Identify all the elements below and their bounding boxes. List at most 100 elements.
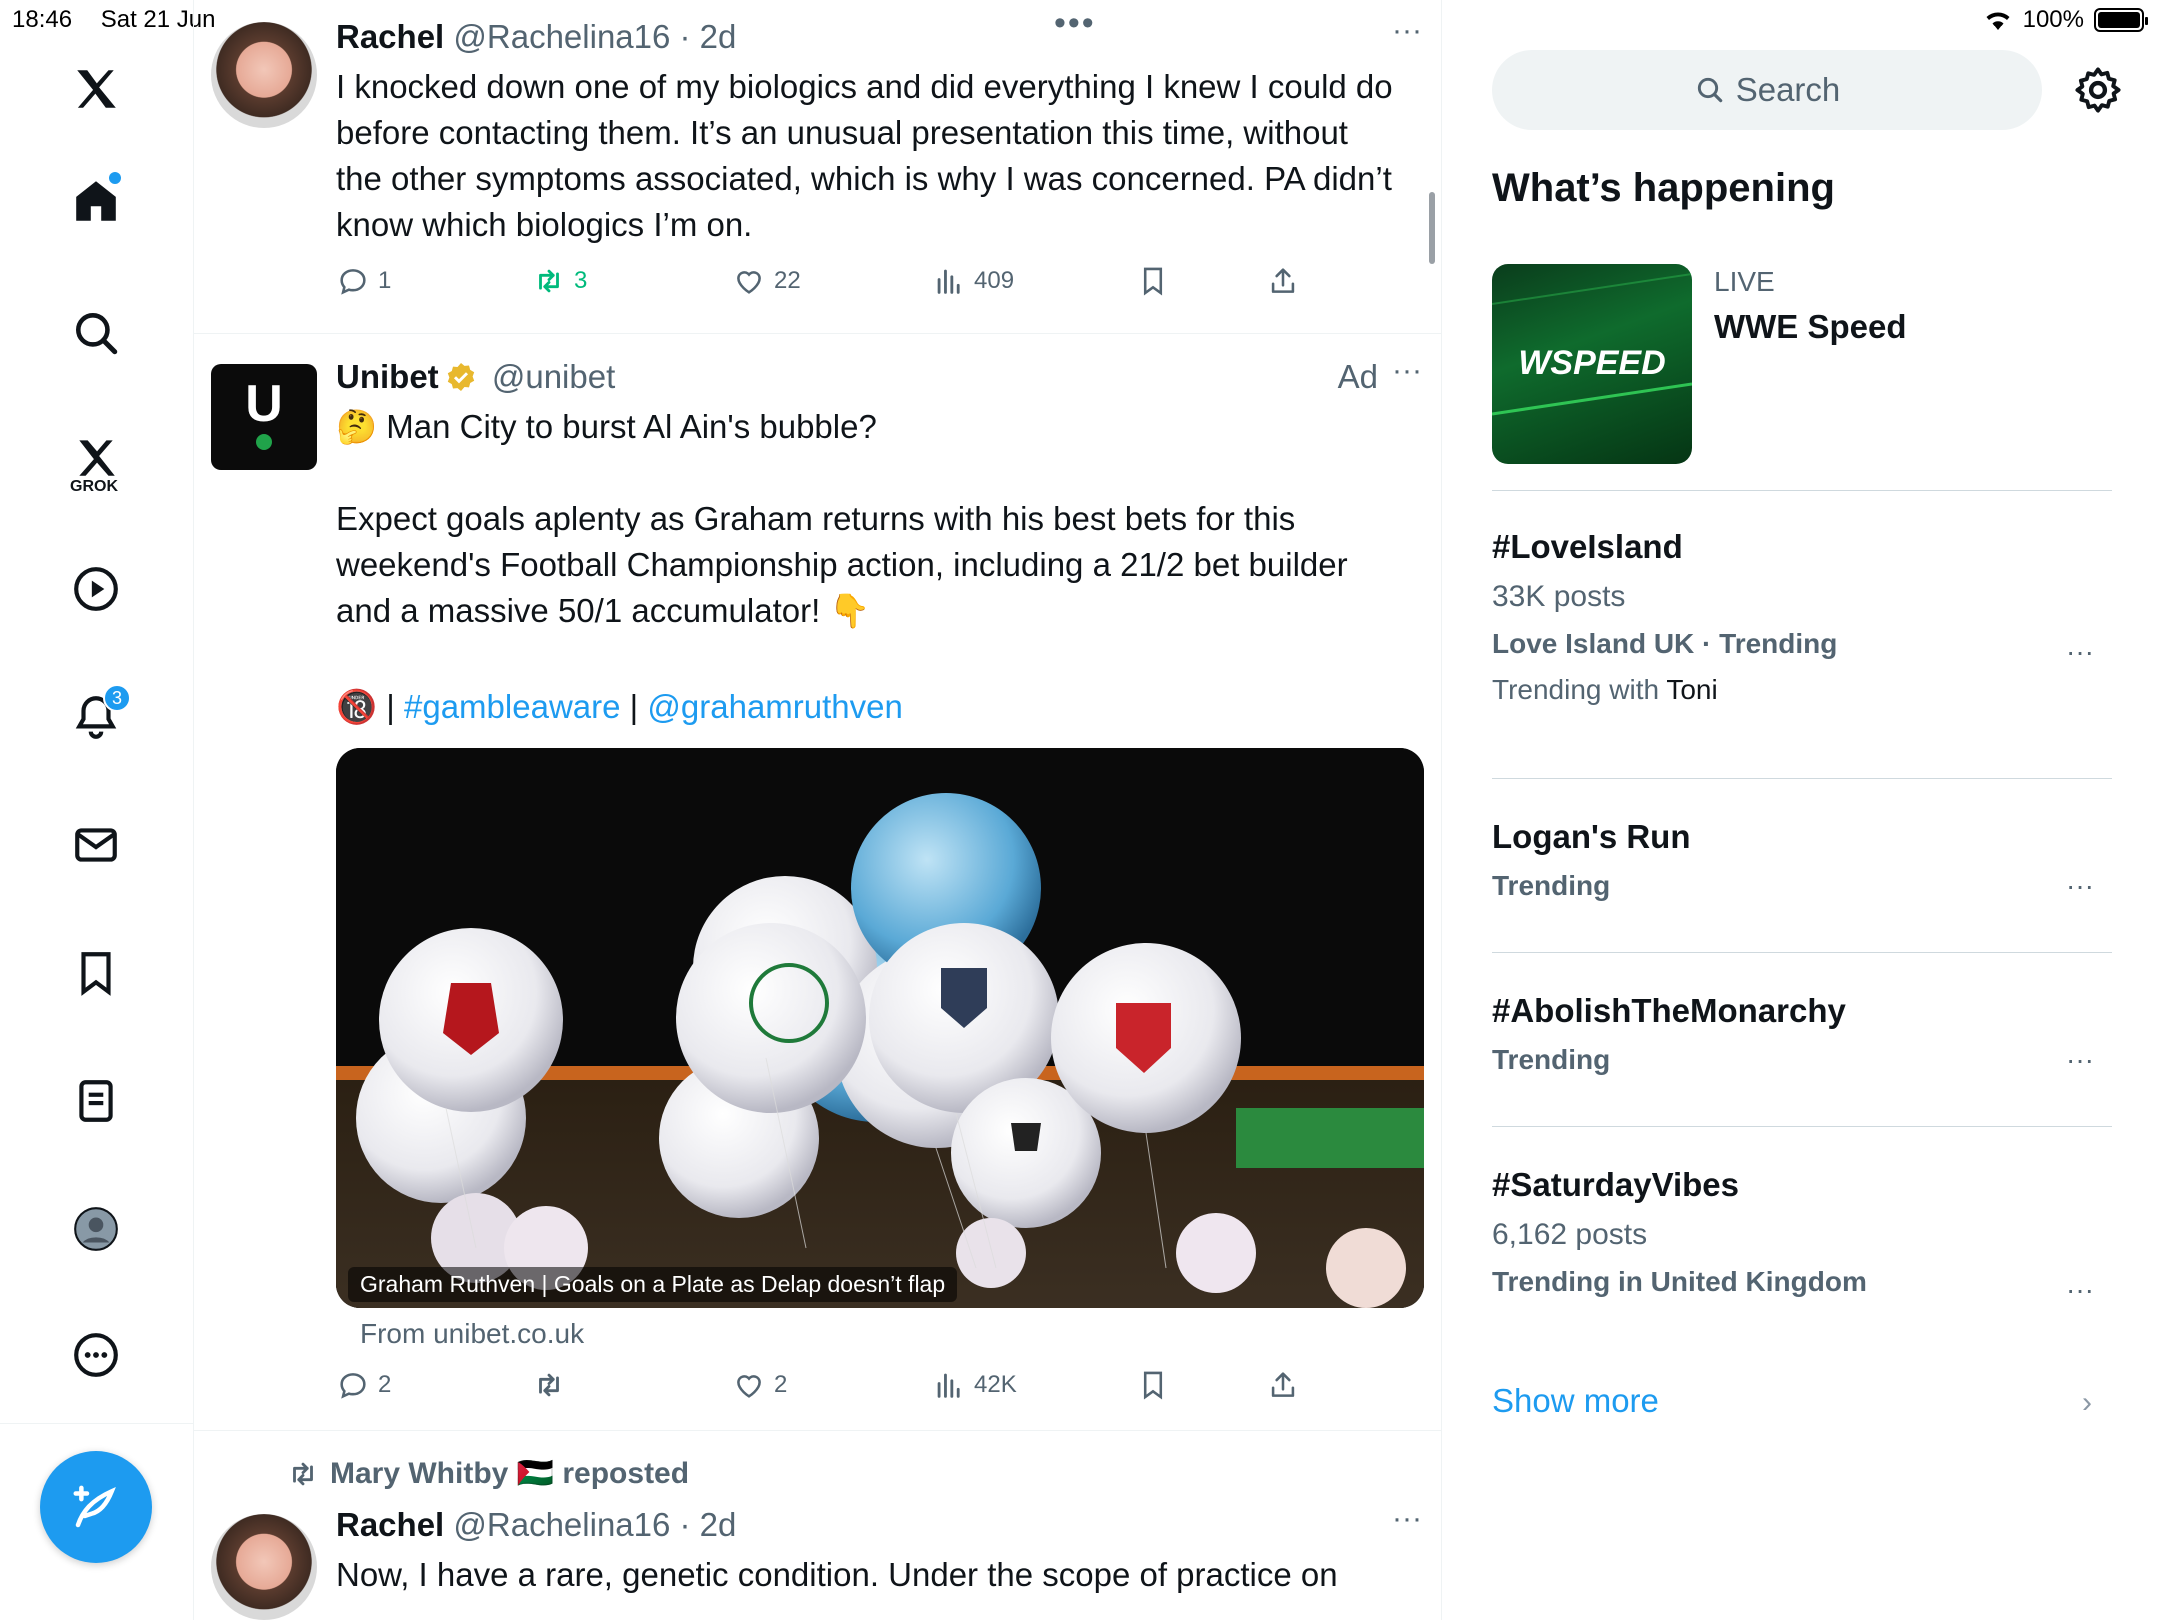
nav-divider xyxy=(0,1423,194,1424)
ad-media-card[interactable]: Graham Ruthven | Goals on a Plate as Del… xyxy=(336,748,1424,1308)
like-button[interactable]: 22 xyxy=(732,264,801,298)
tweet-header: Rachel @Rachelina16 · 2d xyxy=(336,18,736,56)
live-event-thumbnail[interactable]: WSPEED xyxy=(1492,264,1692,464)
right-sidebar: Search What’s happening WSPEED LIVE WWE … xyxy=(1442,0,2160,1620)
trend-more-button[interactable]: ··· xyxy=(2066,1274,2094,1306)
trend-more-button[interactable]: ··· xyxy=(2066,1044,2094,1076)
share-button[interactable] xyxy=(1266,1368,1300,1402)
share-button[interactable] xyxy=(1266,264,1300,298)
messages-envelope-icon[interactable] xyxy=(57,806,135,884)
tweet-text-line3: 🔞 | #gambleaware | @grahamruthven xyxy=(336,684,1396,730)
home-icon[interactable] xyxy=(57,162,135,240)
wwe-speed-logo: WSPEED xyxy=(1492,273,1692,416)
mention-link[interactable]: @grahamruthven xyxy=(647,688,902,725)
heart-icon xyxy=(737,271,761,294)
link-source[interactable]: From unibet.co.uk xyxy=(360,1318,584,1350)
repost-icon xyxy=(539,1373,559,1397)
trend-related-name: Toni xyxy=(1666,674,1718,705)
views-chart-icon xyxy=(937,1373,960,1398)
media-caption: Graham Ruthven | Goals on a Plate as Del… xyxy=(348,1267,958,1302)
trend-context: Trending in United Kingdom xyxy=(1492,1266,1867,1297)
reply-button[interactable]: 2 xyxy=(336,1368,391,1402)
like-count: 22 xyxy=(774,267,801,294)
show-more-link[interactable]: Show more xyxy=(1492,1382,1659,1420)
tweet-text: I knocked down one of my biologics and d… xyxy=(336,68,1393,243)
tweet-more-button[interactable]: ··· xyxy=(1392,14,1422,48)
tweet-text: Now, I have a rare, genetic condition. U… xyxy=(336,1556,1338,1593)
tweet-more-button[interactable]: ··· xyxy=(1392,1502,1422,1536)
trend-related-prefix: Trending with xyxy=(1492,674,1667,705)
views-button[interactable]: 42K xyxy=(932,1368,1017,1402)
bookmarks-icon[interactable] xyxy=(57,934,135,1012)
top-more-indicator: ••• xyxy=(1054,4,1096,42)
share-icon xyxy=(1271,268,1295,293)
hashtag-link[interactable]: #gambleaware xyxy=(404,688,620,725)
tweet-text-line1: 🤔 Man City to burst Al Ain's bubble? xyxy=(336,408,877,445)
author-name[interactable]: Rachel xyxy=(336,1506,444,1543)
notifications-badge: 3 xyxy=(103,684,131,712)
timeline-feed: ••• Rachel @Rachelina16 · 2d ··· I knock… xyxy=(194,0,1442,1620)
lists-icon[interactable] xyxy=(57,1062,135,1140)
trend-item[interactable]: Logan's Run Trending ··· xyxy=(1492,818,2112,902)
trend-title: Logan's Run xyxy=(1492,818,1691,855)
search-input[interactable]: Search xyxy=(1492,50,2042,130)
scrollbar[interactable] xyxy=(1429,192,1435,264)
trend-context: Trending xyxy=(1492,1044,1611,1075)
profile-avatar-icon[interactable] xyxy=(57,1190,135,1268)
live-event-title[interactable]: WWE Speed xyxy=(1714,308,1907,346)
reply-icon xyxy=(340,269,366,295)
trend-divider xyxy=(1492,1126,2112,1127)
like-button[interactable]: 2 xyxy=(732,1368,787,1402)
settings-gear-icon[interactable] xyxy=(2072,64,2124,116)
avatar[interactable]: U xyxy=(211,364,317,470)
trend-divider xyxy=(1492,778,2112,779)
notifications-bell-icon[interactable]: 3 xyxy=(57,678,135,756)
tweet-more-button[interactable]: ··· xyxy=(1392,354,1422,388)
views-chart-icon xyxy=(937,269,960,294)
search-placeholder: Search xyxy=(1735,71,1841,108)
trend-title: #AbolishTheMonarchy xyxy=(1492,992,1846,1029)
author-handle[interactable]: @Rachelina16 · 2d xyxy=(453,18,736,55)
reposted-by-line[interactable]: Mary Whitby 🇵🇸 reposted xyxy=(286,1456,689,1491)
reply-button[interactable]: 1 xyxy=(336,264,391,298)
trend-more-button[interactable]: ··· xyxy=(2066,636,2094,668)
repost-button[interactable] xyxy=(532,1368,566,1402)
more-options-icon[interactable] xyxy=(57,1316,135,1394)
repost-icon xyxy=(539,269,559,293)
bookmark-icon xyxy=(1143,1371,1163,1400)
trend-more-button[interactable]: ··· xyxy=(2066,870,2094,902)
chevron-right-icon: › xyxy=(2082,1386,2092,1419)
compose-post-button[interactable] xyxy=(40,1451,152,1563)
explore-search-icon[interactable] xyxy=(57,294,135,372)
author-name[interactable]: Unibet xyxy=(336,358,439,395)
views-button[interactable]: 409 xyxy=(932,264,1014,298)
ad-label: Ad xyxy=(1337,358,1378,395)
bookmark-button[interactable] xyxy=(1136,1368,1170,1402)
trend-post-count: 6,162 posts xyxy=(1492,1218,1648,1251)
unibet-logo: U xyxy=(245,375,283,433)
avatar[interactable] xyxy=(211,1514,317,1620)
tweet-header: Rachel @Rachelina16 · 2d xyxy=(336,1506,736,1544)
repost-count: 3 xyxy=(574,267,588,294)
author-name[interactable]: Rachel xyxy=(336,18,444,55)
x-logo-icon[interactable] xyxy=(57,50,135,128)
tweet-actions: 2 2 42K xyxy=(336,1368,1296,1416)
repost-button[interactable]: 3 xyxy=(532,264,587,298)
trend-item[interactable]: #SaturdayVibes 6,162 posts Trending in U… xyxy=(1492,1166,2112,1305)
bookmark-button[interactable] xyxy=(1136,264,1170,298)
author-handle[interactable]: @unibet xyxy=(492,358,615,395)
trend-item[interactable]: #LoveIsland 33K posts Love Island UK · T… xyxy=(1492,528,2112,706)
video-play-icon[interactable] xyxy=(57,550,135,628)
trend-item[interactable]: #AbolishTheMonarchy Trending ··· xyxy=(1492,992,2112,1076)
live-label: LIVE xyxy=(1714,266,1775,297)
avatar[interactable] xyxy=(211,22,317,128)
search-icon xyxy=(1697,77,1722,103)
svg-text:WSPEED: WSPEED xyxy=(1518,344,1665,382)
grok-label: GROK xyxy=(70,478,118,495)
author-handle[interactable]: @Rachelina16 · 2d xyxy=(453,1506,736,1543)
trend-context: Trending xyxy=(1492,870,1611,901)
unibet-logo-dot xyxy=(256,434,272,450)
compose-feather-icon xyxy=(73,1485,116,1528)
reply-count: 1 xyxy=(378,267,392,294)
tweet-divider xyxy=(194,1430,1441,1431)
